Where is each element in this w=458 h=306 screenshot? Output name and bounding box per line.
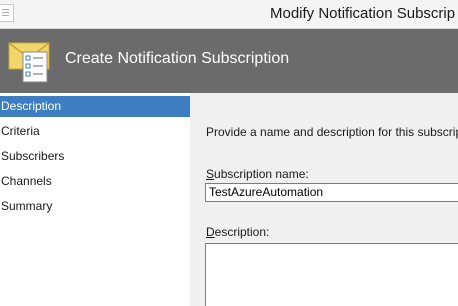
subscription-name-label: Subscription name: [206, 167, 309, 181]
subscription-name-input[interactable] [205, 183, 458, 202]
nav-item-description[interactable]: Description [0, 96, 190, 117]
nav-item-summary[interactable]: Summary [0, 196, 190, 217]
subscription-name-accelerator: S [206, 167, 215, 181]
description-accelerator: D [206, 225, 215, 239]
description-page: Provide a name and description for this … [190, 93, 458, 306]
wizard-banner: Create Notification Subscription [0, 29, 458, 93]
nav-item-channels[interactable]: Channels [0, 171, 190, 192]
window-titlebar: Modify Notification Subscrip [0, 0, 458, 29]
window-title: Modify Notification Subscrip [270, 5, 456, 22]
description-label: Description: [206, 225, 269, 239]
envelope-checklist-icon [8, 42, 50, 83]
wizard-nav: Description Criteria Subscribers Channel… [0, 93, 190, 306]
description-label-text: escription: [214, 225, 270, 239]
description-textarea[interactable] [205, 243, 458, 306]
banner-title: Create Notification Subscription [65, 50, 290, 67]
page-instructions: Provide a name and description for this … [206, 125, 458, 139]
nav-item-subscribers[interactable]: Subscribers [0, 146, 190, 167]
window-menu-icon[interactable] [0, 4, 14, 22]
subscription-name-label-text: ubscription name: [214, 167, 309, 181]
nav-item-criteria[interactable]: Criteria [0, 121, 190, 142]
